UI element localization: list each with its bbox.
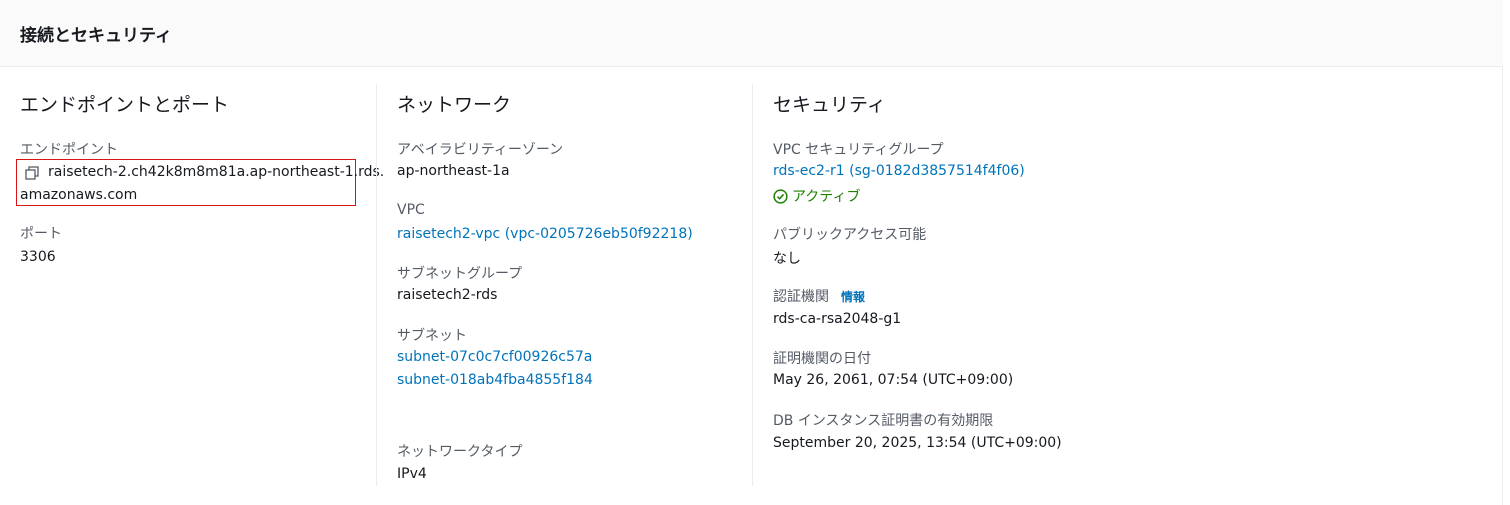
vpc-label: VPC <box>397 202 425 218</box>
panel-title: 接続とセキュリティ <box>20 26 172 46</box>
column-divider <box>752 84 753 486</box>
network-column: ネットワーク アベイラビリティーゾーン ap-northeast-1a VPC … <box>397 67 737 505</box>
security-group-label: VPC セキュリティグループ <box>773 142 944 158</box>
subnet-group-label: サブネットグループ <box>397 266 523 282</box>
port-value: 3306 <box>20 249 56 265</box>
network-section-heading: ネットワーク <box>397 94 512 116</box>
subnets-label: サブネット <box>397 328 467 344</box>
subnet-group-value: raisetech2-rds <box>397 287 498 303</box>
vpc-link[interactable]: raisetech2-vpc (vpc-0205726eb50f92218) <box>397 226 693 242</box>
availability-zone-value: ap-northeast-1a <box>397 163 510 179</box>
network-type-value: IPv4 <box>397 466 427 482</box>
security-section-heading: セキュリティ <box>773 94 886 116</box>
cert-expiry-value: September 20, 2025, 13:54 (UTC+09:00) <box>773 435 1062 451</box>
network-type-label: ネットワークタイプ <box>397 444 523 460</box>
availability-zone-label: アベイラビリティーゾーン <box>397 142 564 158</box>
certificate-authority-info-link[interactable]: 情報 <box>841 288 865 305</box>
endpoint-column: エンドポイントとポート エンドポイント ポート 3306 <box>20 67 360 505</box>
cert-expiry-label: DB インスタンス証明書の有効期限 <box>773 413 994 429</box>
security-group-link[interactable]: rds-ec2-r1 (sg-0182d3857514f4f06) <box>773 163 1025 179</box>
endpoint-section-heading: エンドポイントとポート <box>20 94 230 116</box>
endpoint-value-line1: raisetech-2.ch42k8m8m81a.ap-northeast-1.… <box>48 164 385 180</box>
security-group-status-text: アクティブ <box>792 189 861 205</box>
public-access-value: なし <box>773 251 801 267</box>
endpoint-value-line2: amazonaws.com <box>20 187 138 203</box>
subnet-link[interactable]: subnet-018ab4fba4855f184 <box>397 372 593 388</box>
connectivity-security-panel: 接続とセキュリティ エンドポイントとポート エンドポイント ポート 3306 r… <box>0 0 1503 505</box>
port-label: ポート <box>20 226 62 242</box>
security-column: セキュリティ VPC セキュリティグループ rds-ec2-r1 (sg-018… <box>773 67 1473 505</box>
copy-icon[interactable] <box>25 166 39 180</box>
panel-header: 接続とセキュリティ <box>0 0 1503 67</box>
endpoint-label: エンドポイント <box>20 142 118 158</box>
ca-date-label: 証明機関の日付 <box>773 351 871 367</box>
public-access-label: パブリックアクセス可能 <box>773 227 927 243</box>
certificate-authority-label: 認証機関 <box>773 289 829 305</box>
check-circle-icon <box>773 188 788 204</box>
security-group-status: アクティブ <box>773 186 860 206</box>
column-divider <box>376 84 377 486</box>
ca-date-value: May 26, 2061, 07:54 (UTC+09:00) <box>773 372 1014 388</box>
subnet-link[interactable]: subnet-07c0c7cf00926c57a <box>397 349 592 365</box>
certificate-authority-value: rds-ca-rsa2048-g1 <box>773 311 902 327</box>
